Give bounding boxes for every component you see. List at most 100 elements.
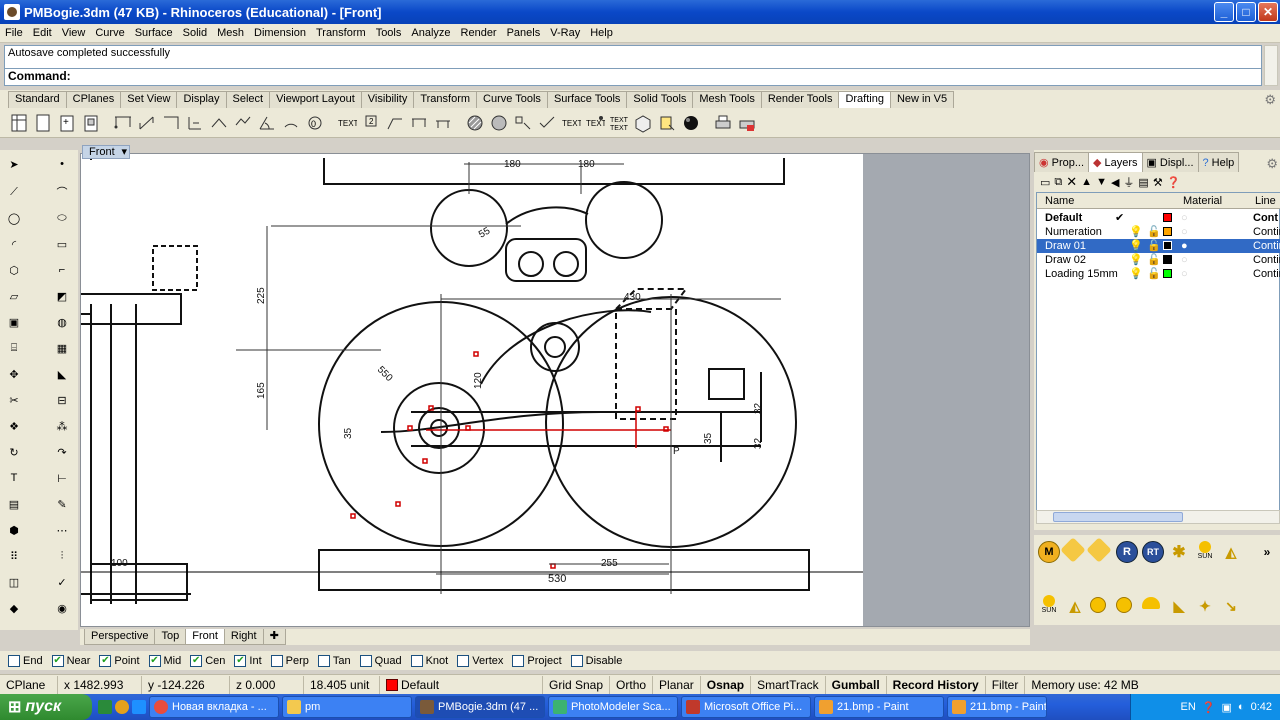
dimension-tool-icon[interactable]: ⊢	[50, 466, 74, 490]
taskbar-item-folder[interactable]: pm	[282, 696, 412, 718]
toolbar-options-gear-icon[interactable]: ⚙	[1264, 92, 1276, 108]
menu-render[interactable]: Render	[456, 27, 502, 39]
light-tool-icon[interactable]: ◉	[50, 596, 74, 620]
spotlight-icon[interactable]: ◭	[1220, 541, 1242, 563]
boolean-icon[interactable]: ◣	[50, 362, 74, 386]
array-icon[interactable]: ⁂	[50, 414, 74, 438]
tab-layers[interactable]: ◆ Layers	[1088, 152, 1143, 172]
split-icon[interactable]: ⊟	[50, 388, 74, 412]
linear-dimension-icon[interactable]	[112, 112, 134, 134]
make-2d-icon[interactable]	[512, 112, 534, 134]
move-up-icon[interactable]: ▲	[1081, 176, 1092, 188]
taskbar-item-photomodeler[interactable]: PhotoModeler Sca...	[548, 696, 678, 718]
osnap-project[interactable]: Project	[512, 654, 562, 667]
polygon-icon[interactable]: ⬡	[2, 258, 26, 282]
tab-help[interactable]: ? Help	[1197, 152, 1240, 172]
linear-light-icon[interactable]: ◣	[1168, 595, 1190, 617]
osnap-quad[interactable]: Quad	[359, 654, 402, 667]
layer-help-icon[interactable]: ❓	[1167, 176, 1181, 189]
menu-solid[interactable]: Solid	[178, 27, 212, 39]
tools-icon[interactable]: ⚒	[1153, 176, 1163, 189]
osnap-mid[interactable]: ✔ Mid	[148, 654, 181, 667]
material-ball-icon[interactable]	[680, 112, 702, 134]
layer-color-swatch[interactable]	[1163, 241, 1172, 250]
text-icon[interactable]: TEXT	[336, 112, 358, 134]
text-object-icon[interactable]: TEXT	[560, 112, 582, 134]
scroll-thumb[interactable]	[1053, 512, 1183, 522]
osnap-point[interactable]: ✔ Point	[99, 654, 140, 667]
aligned-dimension-icon[interactable]	[136, 112, 158, 134]
osnap-cen-checkbox[interactable]: ✔	[190, 654, 203, 667]
curve-icon[interactable]: ⌒	[50, 180, 74, 204]
mesh-icon[interactable]: ▦	[50, 336, 74, 360]
rotate-icon[interactable]: ↻	[2, 440, 26, 464]
osnap-disable[interactable]: Disable	[570, 654, 622, 667]
solid-tool-icon[interactable]: ⬢	[2, 518, 26, 542]
circle-icon[interactable]: ◯	[2, 206, 26, 230]
dimension-edit-icon[interactable]	[408, 112, 430, 134]
new-sublayer-icon[interactable]: ⧉	[1054, 176, 1062, 189]
tube-light-icon[interactable]: ✦	[1194, 595, 1216, 617]
select-arrow-icon[interactable]: ➤	[2, 152, 26, 176]
grid-tool-icon[interactable]: ⋯	[50, 518, 74, 542]
col-material[interactable]: Material	[1183, 195, 1222, 207]
arc-icon[interactable]: ◜	[2, 232, 26, 256]
radius-dimension-icon[interactable]	[208, 112, 230, 134]
layer-color-swatch[interactable]	[1163, 227, 1172, 236]
layer-material-circle-icon[interactable]: ●	[1181, 239, 1188, 253]
osnap-knot-checkbox[interactable]	[410, 654, 423, 667]
leader-icon[interactable]	[384, 112, 406, 134]
current-layer[interactable]: Default	[380, 675, 543, 694]
ruler-tool-icon[interactable]: ⫶	[50, 544, 74, 568]
gumball-toggle[interactable]: Gumball	[826, 675, 887, 694]
osnap-quad-checkbox[interactable]	[359, 654, 372, 667]
menu-file[interactable]: File	[0, 27, 28, 39]
delete-layer-icon[interactable]: ✕	[1066, 174, 1077, 190]
directional-light-icon[interactable]: ◭	[1064, 595, 1086, 617]
polyline-icon[interactable]: ⟋	[2, 180, 26, 204]
tab-select[interactable]: Select	[225, 91, 271, 108]
layer-material-circle-icon[interactable]: ○	[1181, 225, 1188, 239]
col-name[interactable]: Name	[1045, 195, 1074, 207]
tab-front[interactable]: Front	[185, 629, 225, 645]
transform-icon[interactable]: ✥	[2, 362, 26, 386]
layer-row[interactable]: Loading 15mm 💡 🔓 ○ Contin	[1037, 267, 1280, 281]
maximize-button[interactable]: □	[1236, 2, 1256, 22]
layer-row[interactable]: Numeration 💡 🔓 ○ Contin	[1037, 225, 1280, 239]
text-box-icon[interactable]: TEXT TEXT	[608, 112, 630, 134]
menu-panels[interactable]: Panels	[502, 27, 546, 39]
tab-display[interactable]: ▣ Displ...	[1141, 152, 1199, 172]
lightbulb-icon[interactable]: 💡	[1129, 239, 1143, 253]
language-indicator[interactable]: EN	[1181, 701, 1196, 713]
lightbulb-icon[interactable]: 💡	[1129, 225, 1143, 239]
rotated-dimension-icon[interactable]	[160, 112, 182, 134]
network-tray-icon[interactable]: ▣	[1222, 701, 1232, 714]
minimize-button[interactable]: _	[1214, 2, 1234, 22]
osnap-toggle[interactable]: Osnap	[701, 675, 752, 694]
tab-surface-tools[interactable]: Surface Tools	[546, 91, 628, 108]
texture-icon[interactable]	[1086, 537, 1112, 563]
check-icon[interactable]	[536, 112, 558, 134]
point-light-icon[interactable]	[1090, 597, 1106, 613]
tab-set-view[interactable]: Set View	[120, 91, 178, 108]
layer-row[interactable]: Draw 02 💡 🔓 ○ Contin	[1037, 253, 1280, 267]
new-page-icon[interactable]	[32, 112, 54, 134]
annotation-dot-icon[interactable]: 2	[360, 112, 382, 134]
osnap-near[interactable]: ✔ Near	[51, 654, 90, 667]
tab-standard[interactable]: Standard	[8, 91, 67, 108]
menu-vray[interactable]: V-Ray	[545, 27, 585, 39]
cylinder-icon[interactable]: ⌸	[2, 336, 26, 360]
edit-tool-icon[interactable]: ✎	[50, 492, 74, 516]
offset-icon[interactable]: ↷	[50, 440, 74, 464]
volume-tray-icon[interactable]: ◐	[1238, 701, 1245, 713]
taskbar-item-office[interactable]: Microsoft Office Pi...	[681, 696, 811, 718]
osnap-end[interactable]: End	[8, 654, 43, 667]
layer-row[interactable]: Default ✔ ○ Cont	[1037, 211, 1280, 225]
lock-icon[interactable]: 🔓	[1147, 267, 1161, 281]
start-button[interactable]: ⊞ пуск	[0, 694, 92, 720]
text-tool-icon[interactable]: T	[2, 466, 26, 490]
lock-icon[interactable]: 🔓	[1147, 225, 1161, 239]
record-history-toggle[interactable]: Record History	[887, 675, 986, 694]
sphere-icon[interactable]: ◍	[50, 310, 74, 334]
osnap-vertex[interactable]: Vertex	[457, 654, 503, 667]
